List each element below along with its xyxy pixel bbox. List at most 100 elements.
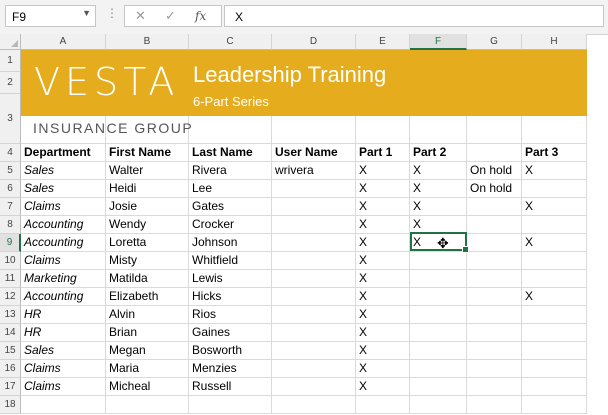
cell-H16[interactable] [522, 360, 587, 378]
cell[interactable] [410, 396, 467, 414]
row-header-16[interactable]: 16 [0, 360, 21, 378]
cell-D10[interactable] [272, 252, 356, 270]
cell-H13[interactable] [522, 306, 587, 324]
header-cell-F[interactable]: Part 2 [410, 144, 467, 162]
cell-F15[interactable] [410, 342, 467, 360]
cell-B14[interactable]: Brian [106, 324, 189, 342]
cell-E11[interactable]: X [356, 270, 410, 288]
cell-F12[interactable] [410, 288, 467, 306]
cell-F16[interactable] [410, 360, 467, 378]
column-header-C[interactable]: C [189, 34, 272, 50]
cell-G6[interactable]: On hold [467, 180, 522, 198]
cell-C5[interactable]: Rivera [189, 162, 272, 180]
department-cell[interactable]: Sales [21, 342, 106, 360]
department-cell[interactable]: Claims [21, 252, 106, 270]
cell-G16[interactable] [467, 360, 522, 378]
cell-G13[interactable] [467, 306, 522, 324]
cell-G10[interactable] [467, 252, 522, 270]
cell-F11[interactable] [410, 270, 467, 288]
cell-F13[interactable] [410, 306, 467, 324]
row-header-5[interactable]: 5 [0, 162, 21, 180]
cell-H7[interactable]: X [522, 198, 587, 216]
cell-G17[interactable] [467, 378, 522, 396]
cell-B6[interactable]: Heidi [106, 180, 189, 198]
cell[interactable] [272, 396, 356, 414]
cell[interactable] [467, 396, 522, 414]
cell-B15[interactable]: Megan [106, 342, 189, 360]
cell-E14[interactable]: X [356, 324, 410, 342]
cell-E5[interactable]: X [356, 162, 410, 180]
cell-E17[interactable]: X [356, 378, 410, 396]
insert-function-icon[interactable]: fx [195, 9, 206, 23]
header-cell-C[interactable]: Last Name [189, 144, 272, 162]
row-header-6[interactable]: 6 [0, 180, 21, 198]
cell-C7[interactable]: Gates [189, 198, 272, 216]
cell-C15[interactable]: Bosworth [189, 342, 272, 360]
column-header-D[interactable]: D [272, 34, 356, 50]
cell-D6[interactable] [272, 180, 356, 198]
column-header-G[interactable]: G [467, 34, 522, 50]
cell-H17[interactable] [522, 378, 587, 396]
column-header-B[interactable]: B [106, 34, 189, 50]
cell-G7[interactable] [467, 198, 522, 216]
cell[interactable] [21, 396, 106, 414]
cell-C10[interactable]: Whitfield [189, 252, 272, 270]
department-cell[interactable]: Accounting [21, 234, 106, 252]
cell-F5[interactable]: X [410, 162, 467, 180]
cell-D8[interactable] [272, 216, 356, 234]
row-header-7[interactable]: 7 [0, 198, 21, 216]
cell-D15[interactable] [272, 342, 356, 360]
row-header-4[interactable]: 4 [0, 144, 21, 162]
row-header-11[interactable]: 11 [0, 270, 21, 288]
cell-G8[interactable] [467, 216, 522, 234]
cell[interactable] [522, 396, 587, 414]
header-cell-E[interactable]: Part 1 [356, 144, 410, 162]
cell-B7[interactable]: Josie [106, 198, 189, 216]
cell-D13[interactable] [272, 306, 356, 324]
cell-C16[interactable]: Menzies [189, 360, 272, 378]
row-header-14[interactable]: 14 [0, 324, 21, 342]
cell-D11[interactable] [272, 270, 356, 288]
cell-F6[interactable]: X [410, 180, 467, 198]
cell[interactable] [106, 396, 189, 414]
department-cell[interactable]: Claims [21, 360, 106, 378]
department-cell[interactable]: Accounting [21, 216, 106, 234]
cell-D5[interactable]: wrivera [272, 162, 356, 180]
cell-G14[interactable] [467, 324, 522, 342]
cell-C13[interactable]: Rios [189, 306, 272, 324]
department-cell[interactable]: Claims [21, 378, 106, 396]
row-header-1[interactable]: 1 [0, 50, 21, 72]
department-cell[interactable]: Sales [21, 162, 106, 180]
row-header-18[interactable]: 18 [0, 396, 21, 414]
cell-E10[interactable]: X [356, 252, 410, 270]
cell-E15[interactable]: X [356, 342, 410, 360]
header-cell-A[interactable]: Department [21, 144, 106, 162]
cell-H14[interactable] [522, 324, 587, 342]
name-box[interactable]: F9 ▼ [5, 5, 96, 27]
cell-H6[interactable] [522, 180, 587, 198]
cell[interactable] [356, 396, 410, 414]
row-header-8[interactable]: 8 [0, 216, 21, 234]
cell-B8[interactable]: Wendy [106, 216, 189, 234]
department-cell[interactable]: HR [21, 306, 106, 324]
cancel-icon[interactable]: ✕ [135, 8, 146, 24]
cell-B9[interactable]: Loretta [106, 234, 189, 252]
department-cell[interactable]: Accounting [21, 288, 106, 306]
row-header-3[interactable]: 3 [0, 94, 21, 144]
cell-C9[interactable]: Johnson [189, 234, 272, 252]
department-cell[interactable]: HR [21, 324, 106, 342]
cell-C11[interactable]: Lewis [189, 270, 272, 288]
row-header-2[interactable]: 2 [0, 72, 21, 94]
cell-E12[interactable]: X [356, 288, 410, 306]
cell-H11[interactable] [522, 270, 587, 288]
department-cell[interactable]: Claims [21, 198, 106, 216]
department-cell[interactable]: Marketing [21, 270, 106, 288]
cell-B5[interactable]: Walter [106, 162, 189, 180]
cell[interactable] [189, 396, 272, 414]
cell-E6[interactable]: X [356, 180, 410, 198]
row-header-17[interactable]: 17 [0, 378, 21, 396]
cell-G15[interactable] [467, 342, 522, 360]
cell-E16[interactable]: X [356, 360, 410, 378]
cell-D17[interactable] [272, 378, 356, 396]
cell-H5[interactable]: X [522, 162, 587, 180]
